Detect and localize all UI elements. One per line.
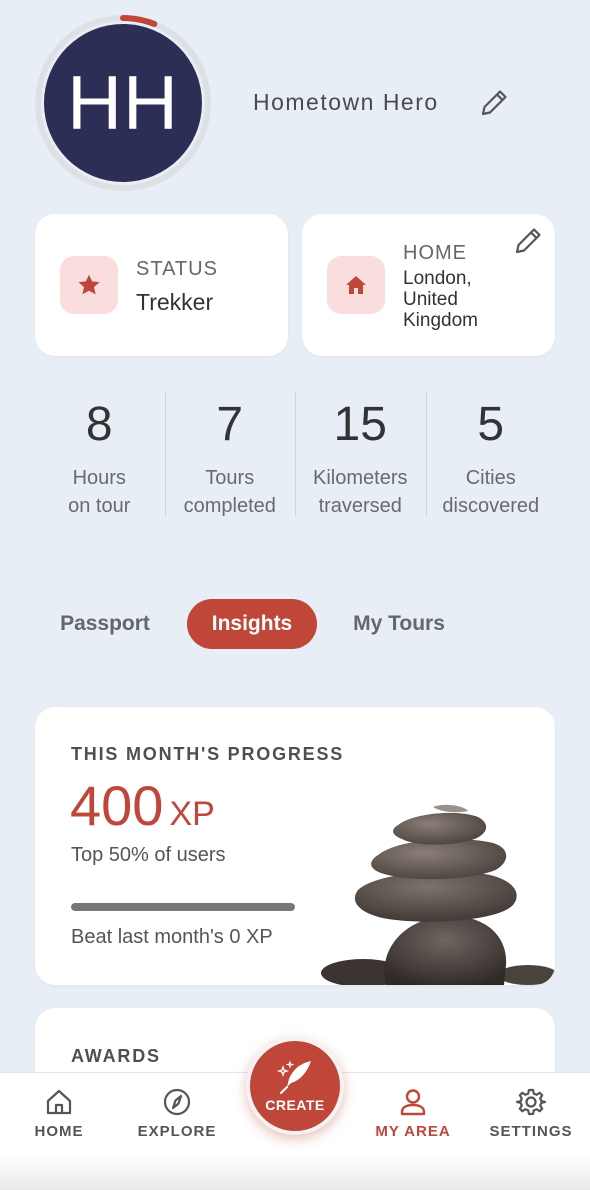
status-label: STATUS — [136, 258, 218, 280]
stat-label: Cities discovered — [426, 464, 557, 520]
stat-label-line: on tour — [68, 495, 131, 517]
home-value-line: United — [403, 289, 458, 310]
edit-name-pencil-icon[interactable] — [477, 86, 511, 120]
create-button[interactable]: CREATE — [246, 1037, 344, 1135]
create-label: CREATE — [265, 1097, 325, 1113]
stat-label-line: Hours — [72, 467, 126, 489]
profile-avatar-area: HH — [34, 14, 212, 192]
stat-value: 15 — [333, 398, 387, 451]
compass-icon — [163, 1088, 191, 1116]
nav-explore[interactable]: EXPLORE — [130, 1087, 224, 1140]
nav-settings-label: SETTINGS — [489, 1123, 573, 1140]
home-value-line: Kingdom — [403, 310, 478, 331]
awards-title: AWARDS — [71, 1046, 161, 1066]
stat-value: 7 — [216, 398, 244, 451]
status-card: STATUS Trekker — [35, 214, 288, 356]
stat-label: Tours completed — [165, 464, 296, 520]
stats-row: 8 Hours on tour 7 Tours completed 15 Kil… — [34, 392, 557, 517]
feather-sparkle-icon — [276, 1060, 311, 1094]
avatar[interactable]: HH — [44, 24, 202, 182]
stat-label-line: discovered — [442, 495, 540, 517]
person-icon — [400, 1089, 426, 1116]
stat-label: Hours on tour — [34, 464, 165, 520]
stacked-stones-image — [321, 804, 555, 985]
tab-passport[interactable]: Passport — [52, 599, 158, 649]
status-value: Trekker — [136, 289, 214, 315]
edit-home-pencil-icon[interactable] — [511, 224, 545, 258]
stat-value: 8 — [85, 398, 113, 451]
gear-icon — [516, 1088, 546, 1116]
stat-hours: 8 Hours on tour — [34, 392, 165, 517]
nav-home[interactable]: HOME — [24, 1087, 94, 1140]
stat-label-line: traversed — [318, 495, 402, 517]
stat-label-line: Tours — [205, 467, 255, 489]
xp-display: 400 XP — [70, 773, 215, 838]
nav-my-area-label: MY AREA — [375, 1123, 451, 1140]
home-outline-icon — [46, 1089, 72, 1115]
tab-my-tours[interactable]: My Tours — [344, 599, 454, 649]
stat-label-line: completed — [183, 495, 276, 517]
home-label: HOME — [403, 242, 467, 264]
nav-my-area[interactable]: MY AREA — [368, 1087, 458, 1140]
home-card: HOME London, United Kingdom — [302, 214, 555, 356]
home-value-line: London, — [403, 268, 472, 289]
home-value: London, United Kingdom — [403, 268, 523, 331]
stat-value: 5 — [477, 398, 505, 451]
xp-value: 400 — [70, 774, 164, 837]
progress-title: THIS MONTH'S PROGRESS — [71, 744, 345, 764]
tab-insights[interactable]: Insights — [187, 599, 317, 649]
stat-label-line: Kilometers — [313, 467, 408, 489]
progress-bar-fill — [71, 903, 295, 911]
star-icon — [60, 256, 118, 314]
progress-bar — [71, 903, 295, 911]
monthly-progress-card: THIS MONTH'S PROGRESS 400 XP Top 50% of u… — [35, 707, 555, 985]
stat-label-line: Cities — [465, 467, 516, 489]
profile-name: Hometown Hero — [253, 89, 439, 115]
house-icon — [327, 256, 385, 314]
stat-kilometers: 15 Kilometers traversed — [295, 392, 426, 517]
beat-last-month: Beat last month's 0 XP — [71, 926, 273, 948]
stat-tours: 7 Tours completed — [164, 392, 296, 517]
stat-cities: 5 Cities discovered — [425, 392, 557, 517]
user-rank: Top 50% of users — [71, 844, 226, 866]
stat-label: Kilometers traversed — [295, 464, 426, 520]
nav-settings[interactable]: SETTINGS — [484, 1087, 578, 1140]
xp-unit: XP — [169, 795, 215, 833]
nav-explore-label: EXPLORE — [137, 1123, 217, 1140]
nav-home-label: HOME — [34, 1123, 84, 1140]
